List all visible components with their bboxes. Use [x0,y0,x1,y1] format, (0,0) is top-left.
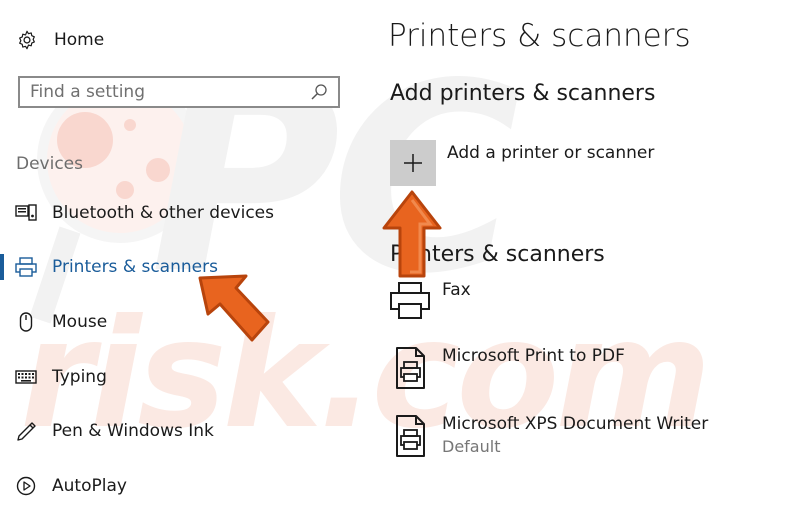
sidebar-item-printers[interactable]: Printers & scanners [0,252,300,282]
printer-item-fax[interactable]: Fax [388,280,788,332]
document-printer-icon [396,415,425,457]
bluetooth-devices-icon [15,204,37,221]
printer-name: Fax [442,280,471,300]
printer-item-pdf[interactable]: Microsoft Print to PDF [388,346,788,398]
home-nav-item[interactable]: Home [16,26,104,54]
sidebar-item-label: Bluetooth & other devices [52,203,274,223]
sidebar-item-pen[interactable]: Pen & Windows Ink [0,416,300,446]
printer-status: Default [442,437,501,456]
mouse-icon [19,312,33,332]
sidebar-item-label: Printers & scanners [52,257,218,277]
list-section-title: Printers & scanners [390,242,605,267]
search-input[interactable]: Find a setting [30,82,310,102]
document-printer-icon [396,347,425,389]
add-printer-button[interactable] [390,140,436,186]
search-field[interactable]: Find a setting [18,76,340,108]
sidebar-item-label: Pen & Windows Ink [52,421,214,441]
autoplay-icon [16,476,36,496]
sidebar-item-label: AutoPlay [52,476,127,496]
page-title: Printers & scanners [388,18,691,54]
pen-icon [17,422,36,441]
devices-section-label: Devices [16,154,83,174]
sidebar-item-autoplay[interactable]: AutoPlay [0,471,300,501]
sidebar-item-typing[interactable]: Typing [0,362,300,392]
home-label: Home [54,30,105,50]
gear-icon [19,30,35,50]
sidebar-item-mouse[interactable]: Mouse [0,307,300,337]
printer-icon [15,257,37,277]
printer-name: Microsoft XPS Document Writer [442,414,709,434]
annotation-arrow-up-icon [382,190,442,278]
add-printer-label[interactable]: Add a printer or scanner [447,143,654,163]
fax-printer-icon [390,282,430,319]
active-indicator [0,254,4,280]
plus-icon [404,154,422,172]
search-icon[interactable] [310,83,328,101]
sidebar-item-label: Typing [52,367,107,387]
sidebar-item-bluetooth[interactable]: Bluetooth & other devices [0,198,300,228]
printer-item-xps[interactable]: Microsoft XPS Document Writer Default [388,414,788,466]
add-section-title: Add printers & scanners [390,81,656,106]
sidebar-item-label: Mouse [52,312,108,332]
printer-name: Microsoft Print to PDF [442,346,625,366]
keyboard-icon [15,370,37,384]
